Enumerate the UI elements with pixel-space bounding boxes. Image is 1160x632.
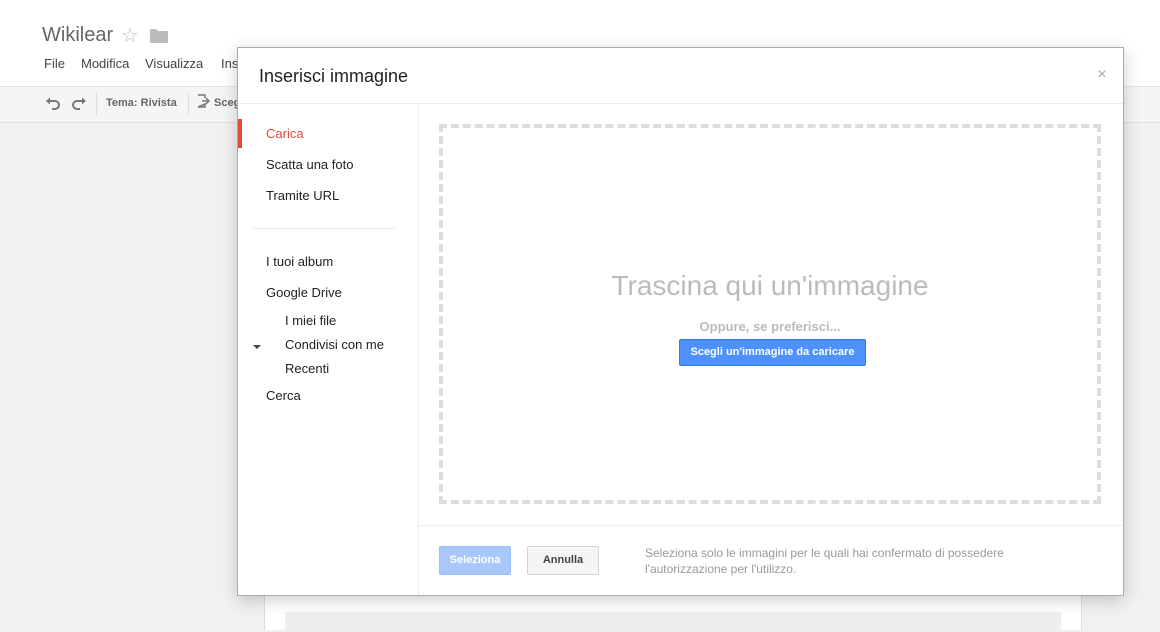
star-icon[interactable]: ☆ [121,24,139,48]
document-block [285,612,1061,632]
undo-icon[interactable] [44,95,62,113]
nav-item-my-files[interactable]: I miei file [285,313,336,328]
toolbar-separator [188,93,189,116]
nav-item-recent[interactable]: Recenti [285,361,329,376]
select-button[interactable]: Seleziona [439,546,511,575]
toolbar-separator [96,93,97,116]
choose-theme-icon[interactable] [196,94,210,108]
nav-item-google-drive[interactable]: Google Drive [266,285,342,300]
nav-item-take-photo[interactable]: Scatta una foto [266,157,353,172]
folder-icon[interactable] [150,28,168,43]
menu-view[interactable]: Visualizza [145,56,203,71]
redo-icon[interactable] [70,95,88,113]
document-title[interactable]: Wikilear [42,24,113,47]
nav-item-search[interactable]: Cerca [266,388,301,403]
nav-item-upload[interactable]: Carica [266,126,304,141]
nav-item-by-url[interactable]: Tramite URL [266,188,339,203]
dialog-title: Inserisci immagine [259,66,409,86]
cancel-button[interactable]: Annulla [527,546,599,575]
upload-panel: Trascina qui un'immagine Oppure, se pref… [419,104,1123,525]
drop-zone-alternative-text: Oppure, se preferisci... [699,319,841,334]
nav-item-albums[interactable]: I tuoi album [266,254,333,269]
menu-edit[interactable]: Modifica [81,56,129,71]
drop-zone[interactable]: Trascina qui un'immagine Oppure, se pref… [439,124,1101,504]
expand-arrow-icon[interactable] [253,345,261,349]
menu-file[interactable]: File [44,56,65,71]
divider [253,228,395,229]
divider [419,525,1123,526]
choose-image-button[interactable]: Scegli un'immagine da caricare [679,339,866,366]
nav-item-shared-with-me[interactable]: Condivisi con me [285,337,384,352]
close-icon[interactable]: × [1095,67,1109,83]
menu-insert[interactable]: Ins [221,56,238,71]
insert-image-dialog: Inserisci immagine × Carica Scatta una f… [237,47,1124,596]
dialog-sidebar: Carica Scatta una foto Tramite URL I tuo… [238,104,419,595]
permission-note: Seleziona solo le immagini per le quali … [645,546,1004,576]
drop-zone-title: Trascina qui un'immagine [611,270,929,301]
theme-button[interactable]: Tema: Rivista [106,97,177,109]
active-indicator [238,119,242,148]
